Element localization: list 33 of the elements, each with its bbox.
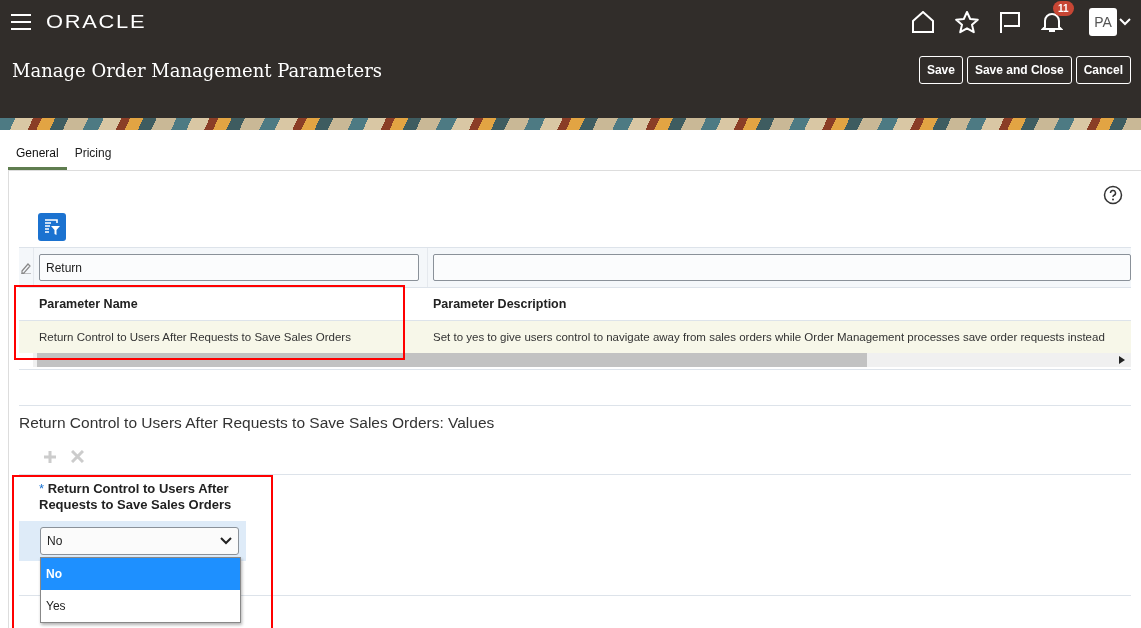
- home-icon[interactable]: [911, 11, 935, 33]
- dropdown-option[interactable]: Yes: [41, 590, 240, 622]
- logo[interactable]: ORACLE: [46, 11, 147, 33]
- filter-field[interactable]: Return: [39, 254, 419, 281]
- menu-icon[interactable]: [11, 14, 31, 30]
- star-icon[interactable]: [955, 10, 979, 34]
- action-button[interactable]: Save: [918, 56, 963, 84]
- horizontal-scrollbar[interactable]: [33, 353, 1131, 367]
- column-header[interactable]: Parameter Description: [427, 288, 1131, 320]
- scroll-right-icon[interactable]: [1119, 356, 1125, 364]
- section-title: Return Control to Users After Requests to Save Sales Orders: Values: [19, 413, 496, 432]
- pencil-icon: [21, 261, 31, 274]
- help-icon[interactable]: [1103, 185, 1123, 205]
- table-cell-text: Set to yes to give users control to navigate away from sales orders while Order Management processes save order requests instead: [432, 330, 1106, 345]
- column-header: * Return Control to Users After Requests to Save Sales Orders: [38, 480, 233, 514]
- page-title: Manage Order Management Parameters: [12, 59, 382, 81]
- user-avatar[interactable]: PA: [1089, 8, 1117, 36]
- tab[interactable]: General: [8, 130, 67, 170]
- action-button[interactable]: Save and Close: [966, 56, 1072, 84]
- column-header[interactable]: Parameter Name: [33, 288, 427, 320]
- query-by-example-button[interactable]: [38, 213, 66, 241]
- action-button[interactable]: Cancel: [1075, 56, 1131, 84]
- chevron-down-icon: [220, 537, 232, 545]
- table-cell-text: Return Control to Users After Requests to Save Sales Orders: [38, 330, 352, 345]
- chevron-down-icon[interactable]: [1119, 18, 1131, 26]
- tab[interactable]: Pricing: [66, 130, 120, 170]
- filter-field[interactable]: [433, 254, 1131, 281]
- flag-icon[interactable]: [999, 11, 1021, 33]
- bell-icon[interactable]: [1041, 11, 1063, 33]
- table-row[interactable]: Return Control to Users After Requests to Save Sales Orders Set to yes to give users control to navigate away from sales orders while Order Management processes save order requests instead: [19, 321, 1131, 353]
- filter-icon: [43, 218, 61, 236]
- value-select[interactable]: No: [40, 527, 239, 555]
- notification-badge: 11: [1053, 1, 1074, 16]
